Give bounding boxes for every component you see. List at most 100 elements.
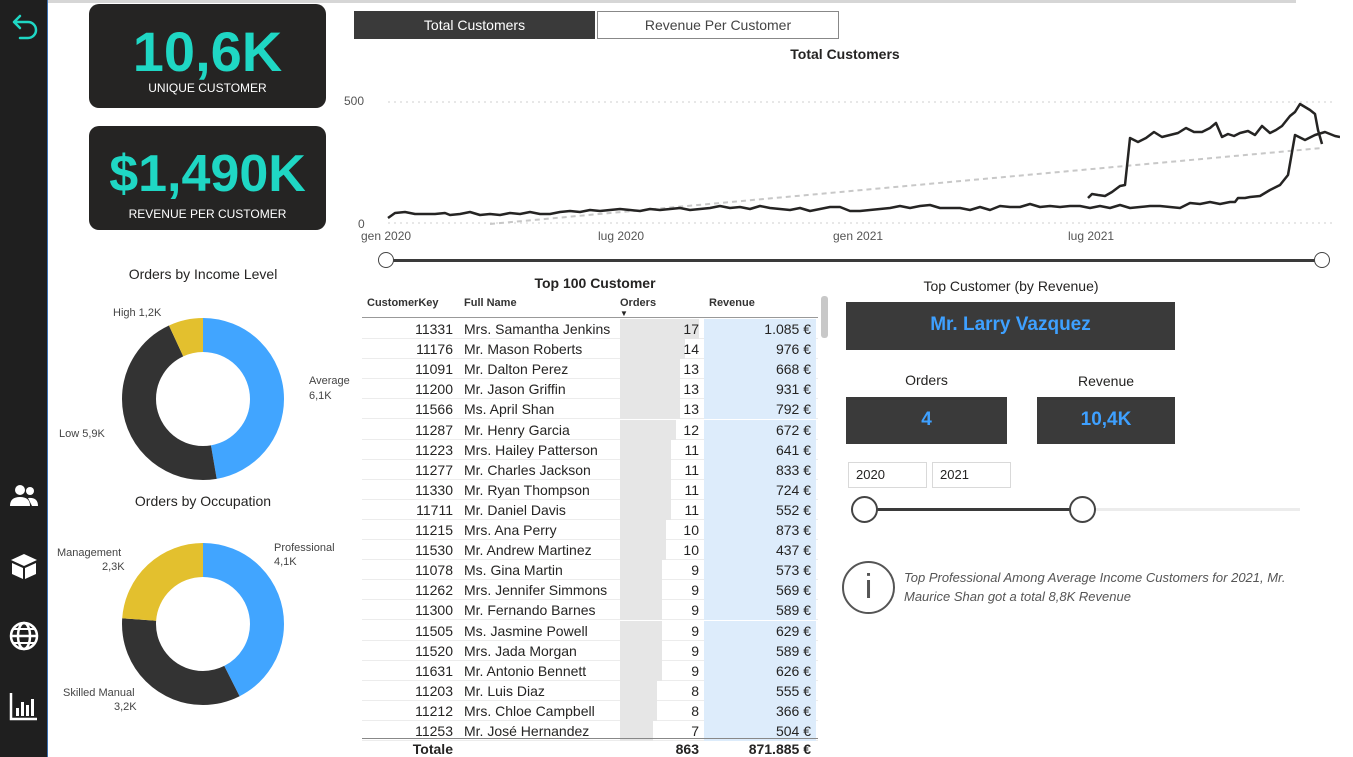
products-box-icon[interactable] [8,550,40,582]
customer-key-cell: 11520 [415,642,453,659]
table-row[interactable]: 11287 Mr. Henry Garcia 12 672 € [362,419,818,440]
orders-cell: 8 [691,702,699,719]
customers-icon[interactable] [8,480,40,512]
year-to-input[interactable]: 2021 [932,462,1011,488]
year-slider-end-handle[interactable] [1069,496,1096,523]
date-slider-start-handle[interactable] [378,252,394,268]
kpi-unique-customer: 10,6K UNIQUE CUSTOMER [89,4,326,108]
table-row[interactable]: 11176 Mr. Mason Roberts 14 976 € [362,339,818,360]
year-slider-start-handle[interactable] [851,496,878,523]
revenue-cell: 976 € [775,341,811,358]
total-revenue: 871.885 € [748,741,811,757]
orders-cell: 12 [683,421,699,438]
label-professional: Professional [274,542,335,554]
table-row[interactable]: 11212 Mrs. Chloe Campbell 8 366 € [362,700,818,721]
col-header-name[interactable]: Full Name [464,297,517,309]
full-name-cell: Mr. Henry Garcia [464,421,570,438]
revenue-cell: 437 € [775,542,811,559]
table-row[interactable]: 11631 Mr. Antonio Bennett 9 626 € [362,660,818,681]
customer-key-cell: 11176 [416,341,453,358]
customer-key-cell: 11300 [415,602,453,619]
kpi-value: 10,6K [132,20,283,83]
date-slider-track[interactable] [386,259,1322,262]
col-header-orders[interactable]: Orders [620,297,656,309]
table-row[interactable]: 11203 Mr. Luis Diaz 8 555 € [362,680,818,701]
year-from-input[interactable]: 2020 [848,462,927,488]
orders-cell: 9 [691,662,699,679]
customer-key-cell: 11212 [415,702,453,719]
customer-key-cell: 11505 [415,622,453,639]
orders-cell: 9 [691,622,699,639]
nav-rail [0,0,48,757]
table-scrollbar[interactable] [821,296,828,338]
table-title: Top 100 Customer [534,275,656,291]
full-name-cell: Mrs. Chloe Campbell [464,702,595,719]
table-total-row: Totale 863 871.885 € [362,739,818,757]
full-name-cell: Mrs. Ana Perry [464,522,557,538]
line-chart-title: Total Customers [790,46,900,62]
col-header-revenue[interactable]: Revenue [709,297,755,309]
table-row[interactable]: 11331 Mrs. Samantha Jenkins 17 1.085 € [362,319,818,339]
table-row[interactable]: 11200 Mr. Jason Griffin 13 931 € [362,379,818,400]
table-row[interactable]: 11505 Ms. Jasmine Powell 9 629 € [362,620,818,641]
label-average: Average [309,375,350,387]
customer-key-cell: 11277 [415,461,453,478]
date-slider-end-handle[interactable] [1314,252,1330,268]
table-row[interactable]: 11262 Mrs. Jennifer Simmons 9 569 € [362,580,818,601]
customers-line-late [1087,102,1324,199]
revenue-cell: 724 € [775,481,811,498]
revenue-cell: 504 € [775,723,811,739]
customer-key-cell: 11203 [415,682,453,699]
kpi-value: $1,490K [109,145,306,203]
top-customer-orders: 4 [846,397,1007,444]
bar-chart-icon[interactable] [8,690,40,722]
customer-key-cell: 11631 [415,662,453,679]
table-row[interactable]: 11277 Mr. Charles Jackson 11 833 € [362,459,818,480]
table-row[interactable]: 11566 Ms. April Shan 13 792 € [362,399,818,420]
donut-occupation-chart [122,543,284,705]
table-row[interactable]: 11091 Mr. Dalton Perez 13 668 € [362,359,818,380]
table-row[interactable]: 11078 Ms. Gina Martin 9 573 € [362,560,818,581]
table-row[interactable]: 11223 Mrs. Hailey Patterson 11 641 € [362,439,818,460]
orders-cell: 9 [691,562,699,579]
label-low: Low 5,9K [59,428,105,440]
orders-cell: 10 [683,542,699,559]
revenue-cell: 552 € [775,501,811,518]
label-professional-value: 4,1K [274,556,297,568]
table-row[interactable]: 11711 Mr. Daniel Davis 11 552 € [362,499,818,520]
globe-icon[interactable] [8,620,40,652]
full-name-cell: Mr. Daniel Davis [464,501,566,518]
revenue-cell: 873 € [775,522,811,538]
table-row[interactable]: 11330 Mr. Ryan Thompson 11 724 € [362,479,818,500]
orders-cell: 11 [684,441,699,458]
table-row[interactable]: 11530 Mr. Andrew Martinez 10 437 € [362,540,818,561]
revenue-cell: 931 € [775,381,811,398]
back-arrow-icon[interactable] [8,10,40,42]
customer-key-cell: 11530 [415,542,453,559]
label-management: Management [57,547,122,559]
full-name-cell: Mr. José Hernandez [464,723,590,739]
revenue-cell: 1.085 € [764,321,811,337]
full-name-cell: Mr. Jason Griffin [464,381,566,398]
tab-total-customers[interactable]: Total Customers [354,11,595,39]
revenue-cell: 668 € [775,361,811,378]
customer-key-cell: 11200 [415,381,453,398]
tab-revenue-per-customer[interactable]: Revenue Per Customer [597,11,839,39]
table-row[interactable]: 11215 Mrs. Ana Perry 10 873 € [362,520,818,540]
table-row[interactable]: 11520 Mrs. Jada Morgan 9 589 € [362,640,818,661]
revenue-cell: 792 € [775,401,811,418]
revenue-cell: 366 € [775,702,811,719]
revenue-label: Revenue [1077,373,1135,389]
top-customer-title: Top Customer (by Revenue) [923,278,1099,294]
full-name-cell: Mr. Ryan Thompson [464,481,590,498]
orders-cell: 11 [684,481,699,498]
full-name-cell: Mr. Charles Jackson [464,461,591,478]
full-name-cell: Ms. April Shan [464,401,555,418]
revenue-cell: 589 € [775,602,811,619]
revenue-cell: 626 € [775,662,811,679]
insight-text-line-1: Top Professional Among Average Income Cu… [904,570,1286,585]
label-skilled-manual: Skilled Manual [63,687,135,699]
table-row[interactable]: 11300 Mr. Fernando Barnes 9 589 € [362,600,818,621]
revenue-cell: 672 € [775,421,811,438]
col-header-key[interactable]: CustomerKey [367,297,439,309]
